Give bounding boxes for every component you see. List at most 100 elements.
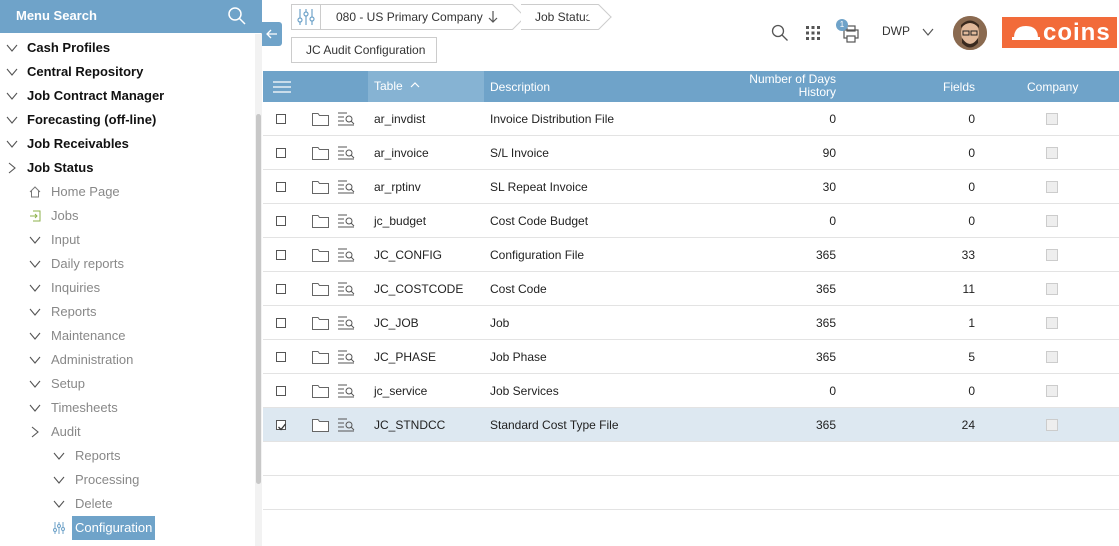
table-row[interactable]: jc_budget Cost Code Budget 0 0 <box>263 204 1119 238</box>
arrow-down-icon[interactable] <box>487 10 499 24</box>
row-checkbox[interactable] <box>276 216 286 226</box>
column-header-description[interactable]: Description <box>490 71 690 102</box>
folder-icon[interactable] <box>312 248 329 262</box>
view-details-icon[interactable] <box>338 112 356 126</box>
sidebar-item-processing[interactable]: Processing <box>0 468 252 492</box>
apps-grid-icon[interactable] <box>806 26 820 40</box>
sidebar-item-label: Setup <box>51 376 85 391</box>
sidebar-item-timesheets[interactable]: Timesheets <box>0 396 252 420</box>
company-checkbox[interactable] <box>1046 317 1058 329</box>
search-icon[interactable] <box>771 24 789 42</box>
sidebar-item-daily-reports[interactable]: Daily reports <box>0 252 252 276</box>
row-checkbox[interactable] <box>276 352 286 362</box>
collapse-sidebar-button[interactable] <box>262 22 282 46</box>
table-row[interactable]: JC_STNDCC Standard Cost Type File 365 24 <box>263 408 1119 442</box>
company-checkbox[interactable] <box>1046 113 1058 125</box>
view-details-icon[interactable] <box>338 248 356 262</box>
column-header-table[interactable]: Table <box>368 71 484 102</box>
view-details-icon[interactable] <box>338 180 356 194</box>
view-details-icon[interactable] <box>338 316 356 330</box>
folder-icon[interactable] <box>312 418 329 432</box>
table-row[interactable]: ar_rptinv SL Repeat Invoice 30 0 <box>263 170 1119 204</box>
breadcrumb-company[interactable]: 080 - US Primary Company <box>291 4 513 30</box>
sidebar-item-job-receivables[interactable]: Job Receivables <box>0 132 252 156</box>
sidebar-item-input[interactable]: Input <box>0 228 252 252</box>
menu-search-bar[interactable]: Menu Search <box>0 0 262 33</box>
sidebar-item-reports[interactable]: Reports <box>0 300 252 324</box>
sidebar-item-cash-profiles[interactable]: Cash Profiles <box>0 36 252 60</box>
table-row[interactable]: ar_invdist Invoice Distribution File 0 0 <box>263 102 1119 136</box>
avatar[interactable] <box>953 16 987 50</box>
table-row[interactable]: JC_COSTCODE Cost Code 365 11 <box>263 272 1119 306</box>
folder-icon[interactable] <box>312 112 329 126</box>
row-checkbox[interactable] <box>276 182 286 192</box>
cell-table: jc_service <box>374 384 428 398</box>
sidebar-item-jobs[interactable]: Jobs <box>0 204 252 228</box>
sidebar-item-job-contract-manager[interactable]: Job Contract Manager <box>0 84 252 108</box>
company-checkbox[interactable] <box>1046 351 1058 363</box>
row-checkbox[interactable] <box>276 386 286 396</box>
row-checkbox[interactable] <box>276 250 286 260</box>
sidebar-item-maintenance[interactable]: Maintenance <box>0 324 252 348</box>
sidebar-scrollbar[interactable] <box>255 34 262 546</box>
sidebar-item-home-page[interactable]: Home Page <box>0 180 252 204</box>
sidebar-item-inquiries[interactable]: Inquiries <box>0 276 252 300</box>
chevron-down-icon <box>29 284 41 292</box>
view-details-icon[interactable] <box>338 384 356 398</box>
column-header-days-history[interactable]: Number of Days History <box>723 71 836 102</box>
sidebar: Menu Search Cash Profiles Central Reposit… <box>0 0 262 546</box>
row-checkbox[interactable] <box>276 148 286 158</box>
sidebar-item-setup[interactable]: Setup <box>0 372 252 396</box>
table-row[interactable]: JC_JOB Job 365 1 <box>263 306 1119 340</box>
row-checkbox[interactable] <box>276 284 286 294</box>
chevron-down-icon <box>6 116 18 124</box>
folder-icon[interactable] <box>312 282 329 296</box>
chevron-down-icon[interactable] <box>922 27 934 37</box>
sidebar-item-administration[interactable]: Administration <box>0 348 252 372</box>
view-details-icon[interactable] <box>338 418 356 432</box>
sidebar-item-delete[interactable]: Delete <box>0 492 252 516</box>
company-checkbox[interactable] <box>1046 419 1058 431</box>
folder-icon[interactable] <box>312 384 329 398</box>
folder-icon[interactable] <box>312 146 329 160</box>
view-details-icon[interactable] <box>338 146 356 160</box>
company-checkbox[interactable] <box>1046 147 1058 159</box>
folder-icon[interactable] <box>312 316 329 330</box>
row-checkbox[interactable] <box>276 114 286 124</box>
cell-days-history: 365 <box>815 418 836 432</box>
company-checkbox[interactable] <box>1046 385 1058 397</box>
view-details-icon[interactable] <box>338 214 356 228</box>
table-row[interactable]: jc_service Job Services 0 0 <box>263 374 1119 408</box>
chevron-down-icon <box>29 380 41 388</box>
folder-icon[interactable] <box>312 214 329 228</box>
sidebar-item-forecasting-off-line[interactable]: Forecasting (off-line) <box>0 108 252 132</box>
company-checkbox[interactable] <box>1046 283 1058 295</box>
column-header-fields[interactable]: Fields <box>903 71 975 102</box>
table-row[interactable]: JC_PHASE Job Phase 365 5 <box>263 340 1119 374</box>
enter-icon <box>30 210 41 222</box>
scrollbar-thumb[interactable] <box>256 114 261 484</box>
view-details-icon[interactable] <box>338 282 356 296</box>
menu-icon[interactable] <box>273 81 291 93</box>
search-icon[interactable] <box>227 6 247 26</box>
view-details-icon[interactable] <box>338 350 356 364</box>
sidebar-item-reports[interactable]: Reports <box>0 444 252 468</box>
table-row[interactable]: JC_CONFIG Configuration File 365 33 <box>263 238 1119 272</box>
sidebar-item-central-repository[interactable]: Central Repository <box>0 60 252 84</box>
sidebar-item-configuration[interactable]: Configuration <box>0 516 252 540</box>
folder-icon[interactable] <box>312 350 329 364</box>
notification-badge[interactable]: 1 <box>836 19 848 31</box>
company-checkbox[interactable] <box>1046 249 1058 261</box>
user-name[interactable]: DWP <box>882 24 910 38</box>
sidebar-item-label: Job Contract Manager <box>27 88 165 103</box>
company-checkbox[interactable] <box>1046 215 1058 227</box>
column-header-company[interactable]: Company <box>1015 71 1095 102</box>
folder-icon[interactable] <box>312 180 329 194</box>
table-row[interactable]: ar_invoice S/L Invoice 90 0 <box>263 136 1119 170</box>
sidebar-item-audit[interactable]: Audit <box>0 420 252 444</box>
sidebar-item-job-status[interactable]: Job Status <box>0 156 252 180</box>
row-checkbox[interactable] <box>276 318 286 328</box>
company-checkbox[interactable] <box>1046 181 1058 193</box>
coins-hardhat-icon <box>1012 26 1040 40</box>
row-checkbox[interactable] <box>276 420 287 431</box>
